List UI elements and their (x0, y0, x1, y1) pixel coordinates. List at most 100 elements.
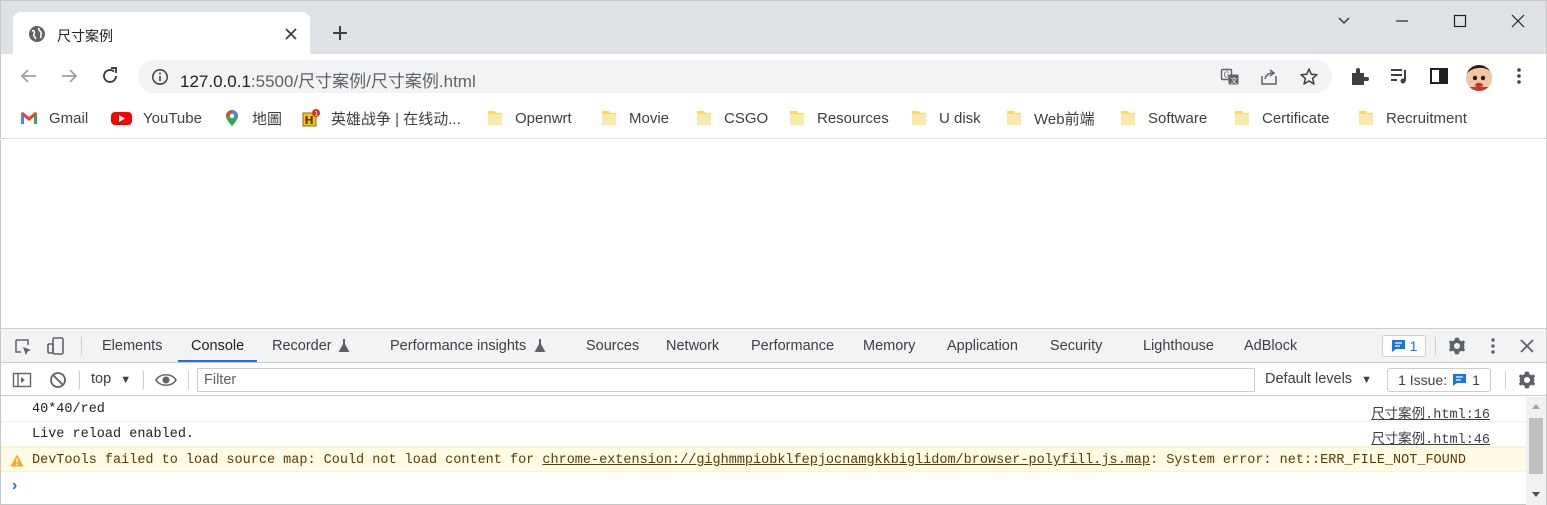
address-bar[interactable]: 127.0.0.1:5500/尺寸案例/尺寸案例.html G 文 (138, 60, 1332, 93)
scroll-down-icon[interactable] (1531, 491, 1541, 499)
tab-adblock[interactable]: AdBlock (1244, 338, 1297, 354)
bookmark-gmail[interactable]: Gmail (20, 106, 88, 130)
tab-sources[interactable]: Sources (586, 338, 639, 354)
svg-text:文: 文 (1231, 76, 1238, 85)
tab-security[interactable]: Security (1050, 338, 1102, 354)
browser-toolbar: 127.0.0.1:5500/尺寸案例/尺寸案例.html G 文 (0, 54, 1547, 98)
tab-lighthouse[interactable]: Lighthouse (1143, 338, 1214, 354)
sidebar-toggle-icon[interactable] (12, 370, 32, 390)
site-info-icon[interactable] (151, 68, 169, 86)
bookmark-folder-certificate[interactable]: Certificate (1233, 106, 1330, 130)
console-filter-input[interactable] (197, 368, 1255, 392)
tab-memory[interactable]: Memory (863, 338, 915, 354)
bookmarks-bar: Gmail YouTube 地圖 H 1 英雄战争 | 在线动... Openw… (0, 98, 1547, 139)
message-icon (1453, 374, 1467, 386)
console-settings-icon[interactable] (1517, 370, 1537, 390)
tab-title: 尺寸案例 (57, 28, 113, 44)
warning-prefix: DevTools failed to load source map: Coul… (32, 453, 543, 468)
back-icon[interactable] (17, 64, 41, 88)
globe-icon (29, 26, 45, 42)
active-tab-indicator (178, 360, 257, 362)
warning-icon (10, 454, 24, 467)
context-selector[interactable]: top ▼ (91, 371, 131, 387)
console-warning-text: DevTools failed to load source map: Coul… (32, 453, 1466, 468)
console-message-text: Live reload enabled. (32, 427, 195, 442)
avatar[interactable] (1466, 65, 1492, 91)
separator (81, 337, 82, 355)
bookmark-youtube[interactable]: YouTube (111, 106, 202, 130)
bookmark-folder-resources[interactable]: Resources (788, 106, 889, 130)
tab-network[interactable]: Network (666, 338, 719, 354)
folder-icon (790, 111, 804, 125)
folder-icon (1121, 111, 1135, 125)
clear-console-icon[interactable] (48, 370, 68, 390)
bookmark-folder-openwrt[interactable]: Openwrt (486, 106, 572, 130)
chevron-down-icon[interactable] (1329, 9, 1359, 33)
eye-icon[interactable] (155, 370, 177, 390)
reading-list-icon[interactable] (1388, 65, 1410, 87)
bookmark-label: 英雄战争 | 在线动... (331, 110, 461, 128)
forward-icon[interactable] (57, 64, 81, 88)
tab-performance-insights[interactable]: Performance insights (390, 338, 526, 354)
bookmark-folder-csgo[interactable]: CSGO (695, 106, 768, 130)
share-icon[interactable] (1259, 67, 1279, 87)
bookmark-folder-recruitment[interactable]: Recruitment (1357, 106, 1467, 130)
separator (1435, 337, 1436, 355)
bookmark-game[interactable]: H 1 英雄战争 | 在线动... (302, 106, 461, 130)
game-icon: H 1 (302, 109, 320, 127)
tab-elements[interactable]: Elements (102, 338, 162, 354)
minimize-icon[interactable] (1387, 9, 1417, 33)
scrollbar-thumb[interactable] (1529, 418, 1543, 474)
side-panel-icon[interactable] (1428, 65, 1450, 87)
tab-performance[interactable]: Performance (751, 338, 834, 354)
bookmark-label: 地圖 (252, 110, 283, 128)
device-toolbar-icon[interactable] (46, 336, 66, 356)
more-options-icon[interactable] (1483, 336, 1503, 356)
extensions-icon[interactable] (1348, 65, 1370, 87)
issues-badge-count: 1 (1409, 338, 1418, 354)
experiment-icon (534, 339, 546, 352)
source-link[interactable]: 尺寸案例.html:16 (1371, 402, 1490, 423)
new-tab-icon[interactable] (328, 21, 352, 45)
browser-tab[interactable]: 尺寸案例 (13, 12, 310, 55)
page-viewport[interactable] (0, 140, 1547, 328)
close-tab-icon[interactable] (282, 25, 300, 43)
scroll-up-icon[interactable] (1531, 402, 1541, 410)
tab-recorder[interactable]: Recorder (272, 338, 332, 354)
folder-icon (488, 111, 502, 125)
bookmark-label: YouTube (143, 109, 202, 127)
inspect-element-icon[interactable] (13, 337, 33, 357)
source-link[interactable]: 尺寸案例.html:46 (1371, 427, 1490, 448)
folder-icon (1359, 111, 1373, 125)
bookmark-label: Openwrt (515, 109, 572, 127)
close-icon[interactable] (1503, 9, 1533, 33)
tab-application[interactable]: Application (947, 338, 1018, 354)
gmail-icon (21, 112, 37, 124)
bookmark-maps[interactable]: 地圖 (223, 106, 282, 130)
bookmark-folder-web[interactable]: Web前端 (1005, 106, 1095, 130)
more-icon[interactable] (1508, 65, 1530, 87)
bookmark-label: Resources (817, 109, 889, 127)
settings-gear-icon[interactable] (1447, 336, 1467, 356)
issues-badge[interactable]: 1 (1382, 335, 1426, 357)
close-devtools-icon[interactable] (1517, 336, 1537, 356)
folder-icon (1235, 111, 1249, 125)
reload-icon[interactable] (98, 64, 122, 88)
tab-strip: 尺寸案例 (0, 0, 1547, 55)
svg-text:1: 1 (314, 109, 318, 117)
log-levels-dropdown[interactable]: Default levels ▼ (1265, 371, 1372, 387)
maximize-icon[interactable] (1445, 9, 1475, 33)
console-prompt[interactable]: › (12, 477, 17, 495)
bookmark-folder-software[interactable]: Software (1119, 106, 1207, 130)
console-scrollbar[interactable] (1526, 397, 1546, 505)
bookmark-folder-u-disk[interactable]: U disk (910, 106, 981, 130)
issue-count-button[interactable]: 1 Issue: 1 (1387, 368, 1491, 392)
star-icon[interactable] (1299, 67, 1319, 87)
bookmark-folder-movie[interactable]: Movie (600, 106, 669, 130)
svg-text:H: H (305, 114, 314, 127)
source-map-link[interactable]: chrome-extension://gighmmpiobklfepjocnam… (542, 453, 1150, 468)
tab-console[interactable]: Console (191, 338, 244, 354)
folder-icon (912, 111, 926, 125)
bookmark-label: Gmail (49, 109, 89, 127)
translate-icon[interactable]: G 文 (1220, 67, 1240, 87)
